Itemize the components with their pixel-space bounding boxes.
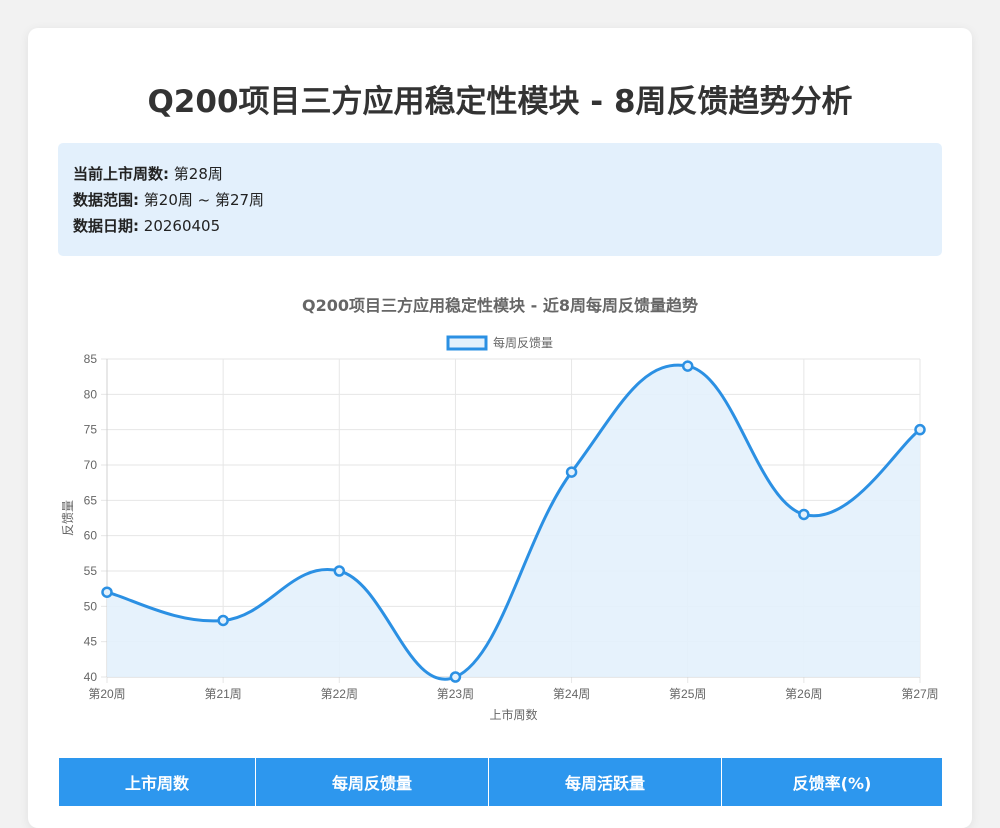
- data-point-7[interactable]: [798, 508, 810, 521]
- x-tick-label: 第22周: [321, 687, 358, 701]
- x-tick-label: 第20周: [88, 687, 125, 701]
- data-point-1[interactable]: [101, 586, 113, 598]
- x-tick-label: 第27周: [901, 687, 938, 701]
- y-tick-label: 40: [84, 670, 98, 684]
- y-tick-label: 65: [84, 493, 98, 507]
- table-header-row: 上市周数 每周反馈量 每周活跃量 反馈率(%): [59, 758, 942, 806]
- x-tick-label: 第21周: [204, 687, 241, 701]
- x-tick-label: 第26周: [785, 687, 822, 701]
- y-tick-label: 85: [84, 352, 98, 366]
- table-header-active: 每周活跃量: [488, 758, 722, 806]
- y-tick-label: 50: [84, 599, 98, 613]
- y-tick-label: 70: [84, 458, 98, 472]
- legend-swatch[interactable]: [446, 335, 488, 351]
- data-table: 上市周数 每周反馈量 每周活跃量 反馈率(%): [59, 758, 942, 806]
- y-tick-label: 55: [84, 564, 98, 578]
- x-tick-label: 第23周: [437, 687, 474, 701]
- y-tick-label: 60: [84, 529, 98, 543]
- series-area-fill: [107, 365, 920, 680]
- data-point-2[interactable]: [217, 614, 229, 627]
- table-header-rate: 反馈率(%): [721, 758, 942, 806]
- table-header-feedback: 每周反馈量: [255, 758, 489, 806]
- data-point-5[interactable]: [565, 466, 578, 478]
- data-point-8[interactable]: [914, 423, 926, 436]
- x-axis-title: 上市周数: [489, 707, 537, 722]
- legend-label: 每周反馈量: [493, 335, 553, 350]
- feedback-trend-chart: 40 45 50 55 60 65 70 75 80 85 第20周 第21周 第22周 第23周 第24周…: [61, 335, 939, 722]
- x-tick-label: 第25周: [669, 687, 706, 701]
- y-axis-title: 反馈量: [61, 500, 75, 536]
- y-tick-label: 45: [84, 635, 98, 649]
- data-point-4[interactable]: [449, 671, 462, 683]
- table-header-week: 上市周数: [59, 758, 256, 806]
- y-tick-label: 75: [84, 423, 98, 437]
- data-point-3[interactable]: [333, 565, 346, 577]
- data-point-6[interactable]: [681, 360, 694, 372]
- x-tick-label: 第24周: [553, 687, 590, 701]
- y-tick-label: 80: [84, 387, 98, 401]
